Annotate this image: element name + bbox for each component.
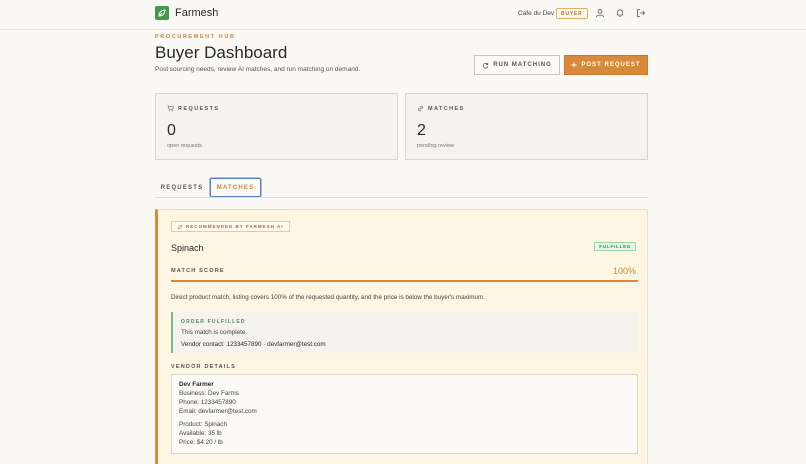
match-product-name: Spinach xyxy=(171,243,204,253)
order-fulfilled-panel: ORDER FULFILLED This match is complete. … xyxy=(171,312,638,353)
run-matching-label: RUN MATCHING xyxy=(493,62,552,68)
user-icon[interactable] xyxy=(595,8,605,18)
account-name: Cafe du Dev xyxy=(518,10,555,17)
vendor-details-panel: Dev Farmer Business: Dev Farms Phone: 12… xyxy=(171,374,638,454)
vendor-available: Available: 35 lb xyxy=(179,430,222,437)
requests-stat-card: REQUESTS 0 open requests xyxy=(155,93,398,160)
matches-stat-caption: pending review xyxy=(417,143,454,149)
vendor-name: Dev Farmer xyxy=(179,381,214,388)
brand-name[interactable]: Farmesh xyxy=(175,7,218,19)
run-matching-button[interactable]: RUN MATCHING xyxy=(474,55,560,75)
match-score-fill xyxy=(171,280,638,282)
vendor-product: Product: Spinach xyxy=(179,421,227,428)
ai-badge-label: RECOMMENDED BY FARMESH AI xyxy=(186,224,284,229)
role-badge: BUYER xyxy=(556,8,588,19)
matches-stat-label: MATCHES xyxy=(428,105,465,112)
logout-icon[interactable] xyxy=(636,8,646,18)
match-description: Direct product match, listing covers 100… xyxy=(171,294,485,301)
page-eyebrow: PROCUREMENT HUB xyxy=(155,34,236,40)
sparkle-icon xyxy=(177,224,183,230)
tabs-divider xyxy=(155,197,648,198)
match-score-label: MATCH SCORE xyxy=(171,268,225,274)
tab-matches[interactable]: MATCHES xyxy=(210,178,261,197)
vendor-business: Business: Dev Farms xyxy=(179,390,239,397)
vendor-price: Price: $4.20 / lb xyxy=(179,439,223,446)
matches-stat-card: MATCHES 2 pending review xyxy=(405,93,648,160)
ai-recommendation-badge: RECOMMENDED BY FARMESH AI xyxy=(171,221,290,232)
match-card: RECOMMENDED BY FARMESH AI Spinach FULFIL… xyxy=(155,209,648,464)
leaf-logo-icon[interactable] xyxy=(155,6,169,20)
cart-icon xyxy=(167,105,174,112)
vendor-phone: Phone: 1233457890 xyxy=(179,399,236,406)
status-badge: FULFILLED xyxy=(594,242,636,251)
tab-requests[interactable]: REQUESTS xyxy=(158,178,206,197)
page-subtitle: Post sourcing needs, review AI matches, … xyxy=(155,66,361,73)
match-score-value: 100% xyxy=(612,266,636,276)
post-request-label: POST REQUEST xyxy=(581,62,641,68)
bell-icon[interactable] xyxy=(615,8,625,18)
plus-icon xyxy=(571,62,577,68)
page-title: Buyer Dashboard xyxy=(155,43,288,62)
vendor-details-heading: VENDOR DETAILS xyxy=(171,364,236,370)
requests-stat-caption: open requests xyxy=(167,143,202,149)
vendor-contact-line: Vendor contact: 1233457890 · devfarmer@t… xyxy=(181,341,326,348)
vendor-email: Email: devfarmer@test.com xyxy=(179,408,257,415)
link-icon xyxy=(417,105,424,112)
post-request-button[interactable]: POST REQUEST xyxy=(564,55,648,75)
requests-stat-value: 0 xyxy=(167,122,176,139)
top-header: Farmesh Cafe du Dev BUYER xyxy=(0,0,806,30)
order-fulfilled-message: This match is complete. xyxy=(181,329,248,336)
match-score-bar xyxy=(171,280,638,282)
refresh-icon xyxy=(482,62,489,69)
requests-stat-label: REQUESTS xyxy=(178,105,220,112)
order-fulfilled-heading: ORDER FULFILLED xyxy=(181,319,246,325)
matches-stat-value: 2 xyxy=(417,122,426,139)
